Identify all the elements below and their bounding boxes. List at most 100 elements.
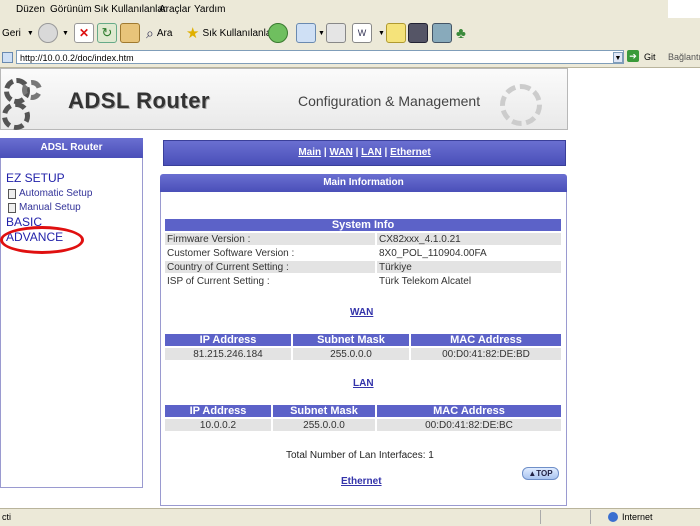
ethernet-link[interactable]: Ethernet <box>341 476 382 487</box>
mail-icon <box>296 23 316 43</box>
lan-link[interactable]: LAN <box>353 378 374 389</box>
sidebar-ez-setup[interactable]: EZ SETUP <box>6 171 65 185</box>
wan-ip-header: IP Address <box>165 334 291 346</box>
edit-dropdown-icon[interactable]: ▼ <box>378 30 385 37</box>
edit-button[interactable]: W ▼ <box>352 23 385 43</box>
lan-ip-header: IP Address <box>165 405 271 417</box>
software-version-label: Customer Software Version : <box>165 247 375 259</box>
lan-table: IP Address Subnet Mask MAC Address 10.0.… <box>163 403 563 433</box>
messenger-button[interactable]: ♣ <box>456 23 466 43</box>
table-row: Country of Current Setting : Türkiye <box>165 261 561 273</box>
top-button[interactable]: ▲TOP <box>522 467 559 480</box>
lan-mask-header: Subnet Mask <box>273 405 375 417</box>
table-row: 81.215.246.184 255.0.0.0 00:D0:41:82:DE:… <box>165 348 561 360</box>
sidebar-manual-setup[interactable]: Manual Setup <box>8 202 81 213</box>
messenger-icon: ♣ <box>456 24 466 42</box>
links-label[interactable]: Bağlantı <box>668 52 700 62</box>
gear-icon-large <box>2 102 30 130</box>
back-button[interactable]: Geri ▼ <box>2 23 34 43</box>
wan-mask-header: Subnet Mask <box>293 334 409 346</box>
nav-separator: | <box>381 147 391 158</box>
wan-mac-header: MAC Address <box>411 334 561 346</box>
top-button-label: TOP <box>536 469 553 478</box>
print-button[interactable] <box>326 23 346 43</box>
page-icon <box>2 52 13 63</box>
banner-subtitle: Configuration & Management <box>298 93 481 109</box>
nav-separator: | <box>352 147 362 158</box>
favorites-button[interactable]: ★ Sık Kullanılanlar <box>186 23 275 43</box>
banner-title: ADSL Router <box>68 88 210 113</box>
isp-value: Türk Telekom Alcatel <box>377 275 561 287</box>
firmware-label: Firmware Version : <box>165 233 375 245</box>
menu-sik-kullanilanlar[interactable]: Sık Kullanılanlar <box>94 4 166 15</box>
media-icon <box>432 23 452 43</box>
nav-main[interactable]: Main <box>298 147 321 158</box>
history-button[interactable] <box>268 23 288 43</box>
home-icon <box>120 23 140 43</box>
table-row: ISP of Current Setting : Türk Telekom Al… <box>165 275 561 287</box>
address-dropdown-icon[interactable]: ▼ <box>613 52 623 63</box>
research-button[interactable] <box>408 23 428 43</box>
table-row: Firmware Version : CX82xxx_4.1.0.21 <box>165 233 561 245</box>
sidebar-automatic-setup[interactable]: Automatic Setup <box>8 188 92 199</box>
refresh-button[interactable]: ↻ <box>97 23 117 43</box>
annotation-circle <box>0 226 84 254</box>
system-info-title: System Info <box>165 219 561 231</box>
internet-zone-icon <box>608 512 618 522</box>
gear-watermark-icon <box>500 84 542 126</box>
top-nav: Main | WAN | LAN | Ethernet <box>163 140 566 166</box>
automatic-setup-label: Automatic Setup <box>19 188 93 199</box>
back-dropdown-icon[interactable]: ▼ <box>27 30 34 37</box>
nav-wan[interactable]: WAN <box>329 147 352 158</box>
menu-gorunum[interactable]: Görünüm <box>50 4 92 15</box>
windows-logo <box>668 0 700 18</box>
print-icon <box>326 23 346 43</box>
forward-icon <box>38 23 58 43</box>
forward-button[interactable]: ▼ <box>38 23 69 43</box>
lan-mask-value: 255.0.0.0 <box>273 419 375 431</box>
address-input[interactable]: http://10.0.0.2/doc/index.htm <box>16 50 624 64</box>
status-text: cti <box>2 512 11 522</box>
main-info-header: Main Information <box>160 174 567 192</box>
lan-mac-header: MAC Address <box>377 405 561 417</box>
toolbar: Geri ▼ ▼ ✕ ↻ ⌕ Ara ★ Sık Kullanılanlar ▼… <box>0 18 700 49</box>
research-icon <box>408 23 428 43</box>
table-row: 10.0.0.2 255.0.0.0 00:D0:41:82:DE:BC <box>165 419 561 431</box>
nav-ethernet[interactable]: Ethernet <box>390 147 431 158</box>
software-version-value: 8X0_POL_110904.00FA <box>377 247 561 259</box>
home-button[interactable] <box>120 23 140 43</box>
note-icon <box>386 23 406 43</box>
search-label: Ara <box>156 27 173 39</box>
wan-link[interactable]: WAN <box>350 307 373 318</box>
forward-dropdown-icon[interactable]: ▼ <box>62 30 69 37</box>
history-icon <box>268 23 288 43</box>
total-lan-interfaces: Total Number of Lan Interfaces: 1 <box>286 450 434 461</box>
menu-duzen[interactable]: Düzen <box>16 4 45 15</box>
mail-button[interactable]: ▼ <box>296 23 325 43</box>
media-button[interactable] <box>432 23 452 43</box>
go-button[interactable]: Git <box>644 52 656 62</box>
table-row: Customer Software Version : 8X0_POL_1109… <box>165 247 561 259</box>
discuss-button[interactable] <box>386 23 406 43</box>
country-label: Country of Current Setting : <box>165 261 375 273</box>
sidebar-header: ADSL Router <box>0 138 143 158</box>
nav-lan[interactable]: LAN <box>361 147 382 158</box>
mail-dropdown-icon[interactable]: ▼ <box>318 30 325 37</box>
stop-button[interactable]: ✕ <box>74 23 94 43</box>
menu-bar: Düzen Görünüm Sık Kullanılanlar Araçlar … <box>0 0 700 18</box>
go-arrow-icon[interactable]: ➔ <box>627 50 639 62</box>
status-divider <box>590 510 591 524</box>
star-icon: ★ <box>186 25 200 42</box>
search-button[interactable]: ⌕ Ara <box>146 23 172 43</box>
wan-ip-value: 81.215.246.184 <box>165 348 291 360</box>
gear-icon-small <box>22 80 42 100</box>
lan-ip-value: 10.0.0.2 <box>165 419 271 431</box>
firmware-value: CX82xxx_4.1.0.21 <box>377 233 561 245</box>
menu-araclar[interactable]: Araçlar <box>159 4 191 15</box>
status-bar: cti Internet <box>0 508 700 526</box>
document-icon <box>8 188 16 199</box>
status-divider <box>540 510 541 524</box>
menu-yardim[interactable]: Yardım <box>194 4 226 15</box>
country-value: Türkiye <box>377 261 561 273</box>
refresh-icon: ↻ <box>97 23 117 43</box>
